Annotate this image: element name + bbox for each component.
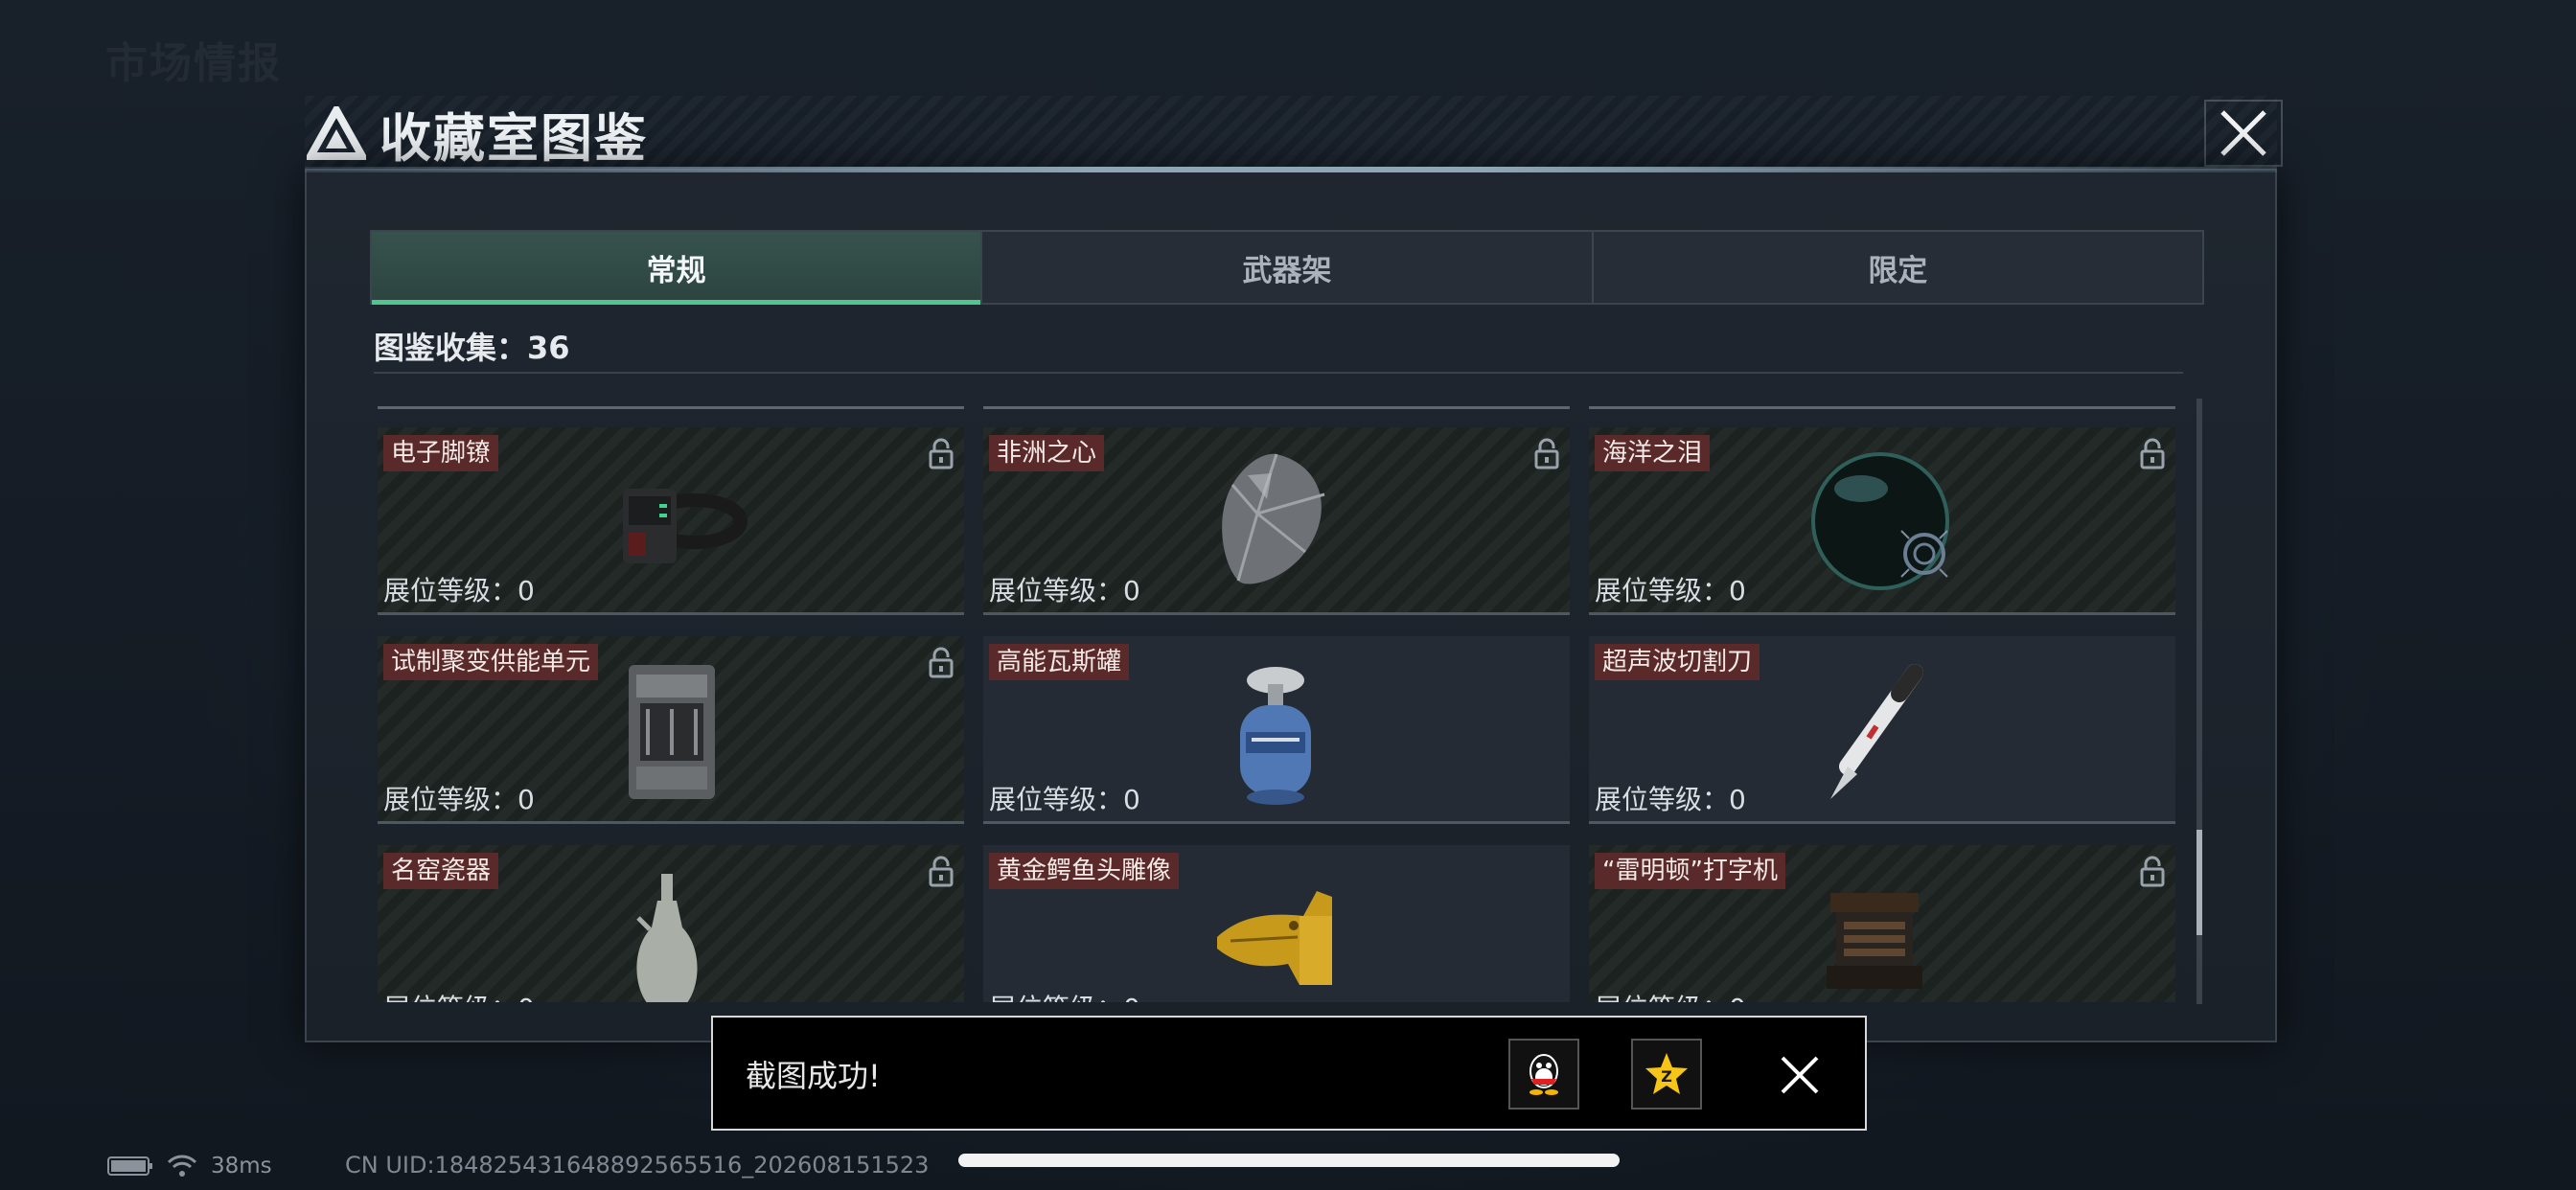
- wifi-icon: [167, 1155, 197, 1177]
- item-card[interactable]: 名窑瓷器 展位等级：0: [378, 845, 964, 1002]
- qq-penguin-icon: [1530, 1054, 1558, 1095]
- close-icon: [1781, 1056, 1819, 1094]
- item-card[interactable]: 试制聚变供能单元 展位等级：0: [378, 636, 964, 824]
- lock-icon: [1534, 438, 1559, 469]
- item-card[interactable]: 超声波切割刀 展位等级：0: [1589, 636, 2175, 824]
- tab-regular[interactable]: 常规: [372, 232, 983, 305]
- item-card[interactable]: 高能瓦斯罐 展位等级：0: [983, 636, 1570, 824]
- triangle-logo-icon: [307, 106, 366, 160]
- home-indicator[interactable]: [958, 1154, 1620, 1167]
- typewriter-icon: [1827, 893, 1922, 989]
- item-name: 海洋之泪: [1595, 435, 1711, 471]
- dialog-header: 收藏室图鉴: [307, 100, 648, 169]
- lock-icon: [2140, 856, 2165, 887]
- item-name: 电子脚镣: [383, 435, 499, 471]
- item-name: 非洲之心: [989, 435, 1105, 471]
- item-name: 黄金鳄鱼头雕像: [989, 853, 1180, 889]
- svg-text:Z: Z: [1661, 1067, 1672, 1086]
- toast-close-button[interactable]: [1775, 1050, 1825, 1100]
- share-qzone-button[interactable]: Z: [1631, 1039, 1702, 1110]
- toast-message: 截图成功!: [746, 1058, 881, 1094]
- collection-count: 图鉴收集：36: [374, 330, 570, 366]
- close-icon: [2220, 110, 2266, 156]
- item-name: 试制聚变供能单元: [383, 644, 599, 680]
- item-card[interactable]: “雷明顿”打字机 展位等级：0: [1589, 845, 2175, 1002]
- lock-icon: [929, 647, 954, 678]
- item-name: “雷明顿”打字机: [1595, 853, 1785, 889]
- tab-weapon-rack[interactable]: 武器架: [982, 232, 1594, 303]
- ultrasonic-knife-icon: [1830, 664, 1923, 799]
- item-level: 展位等级：0: [383, 575, 535, 606]
- dialog-top-accent: [305, 167, 2277, 172]
- scrollbar-thumb[interactable]: [2196, 830, 2202, 935]
- dialog-title: 收藏室图鉴: [380, 107, 648, 169]
- item-level: 展位等级：0: [383, 988, 535, 1002]
- golden-crocodile-icon: [1217, 891, 1332, 985]
- pearl-icon: [1811, 452, 1949, 590]
- electronic-shackle-icon: [623, 489, 748, 563]
- item-card[interactable]: 非洲之心 展位等级：0: [983, 427, 1570, 615]
- item-level: 展位等级：0: [989, 988, 1140, 1002]
- gas-canister-icon: [1240, 667, 1311, 805]
- battery-icon: [107, 1156, 152, 1176]
- status-bar: 38ms: [107, 1152, 272, 1180]
- item-level: 展位等级：0: [1595, 575, 1746, 606]
- porcelain-vase-icon: [636, 874, 698, 1002]
- item-card[interactable]: 电子脚镣 展位等级：0: [378, 427, 964, 615]
- screenshot-toast: 截图成功! Z: [711, 1016, 1867, 1131]
- diamond-icon: [1222, 453, 1325, 584]
- item-grid[interactable]: 电子脚镣 展位等级：0 非洲之心 展位等级：0 海洋之泪 展位等级：0 试制聚变…: [374, 400, 2185, 1002]
- item-level: 展位等级：0: [989, 575, 1140, 606]
- uid-label: CN UID:184825431648892565516_20260815152…: [345, 1152, 930, 1179]
- item-name: 高能瓦斯罐: [989, 644, 1130, 680]
- item-level: 展位等级：0: [1595, 784, 1746, 815]
- qzone-star-icon: Z: [1645, 1053, 1688, 1094]
- item-name: 名窑瓷器: [383, 853, 499, 889]
- divider: [374, 372, 2183, 374]
- lock-icon: [929, 856, 954, 887]
- item-level: 展位等级：0: [1595, 988, 1746, 1002]
- tab-bar: 常规 武器架 限定: [370, 230, 2204, 305]
- item-card[interactable]: 黄金鳄鱼头雕像 展位等级：0: [983, 845, 1570, 1002]
- item-card[interactable]: 海洋之泪 展位等级：0: [1589, 427, 2175, 615]
- previous-row-edge: [374, 400, 2185, 416]
- tab-limited[interactable]: 限定: [1594, 232, 2202, 303]
- item-level: 展位等级：0: [989, 784, 1140, 815]
- item-level: 展位等级：0: [383, 784, 535, 815]
- lock-icon: [2140, 438, 2165, 469]
- background-ghost-title: 市场情报: [105, 39, 282, 88]
- lock-icon: [929, 438, 954, 469]
- item-name: 超声波切割刀: [1595, 644, 1760, 680]
- close-button[interactable]: [2204, 100, 2283, 167]
- fusion-cell-icon: [629, 665, 715, 799]
- share-qq-button[interactable]: [1508, 1039, 1579, 1110]
- ping-label: 38ms: [211, 1154, 272, 1179]
